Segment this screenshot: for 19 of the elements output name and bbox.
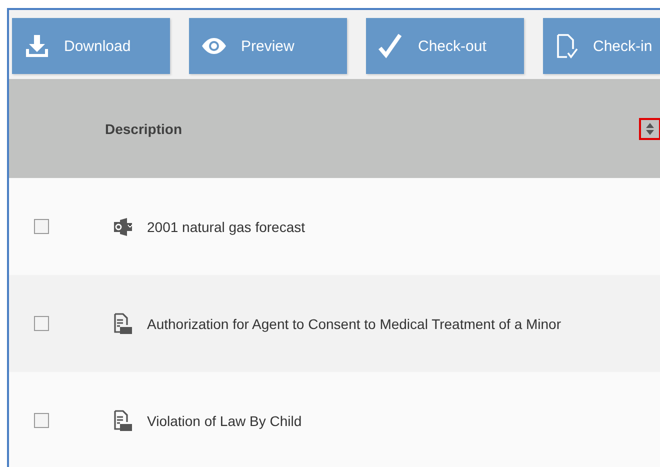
toolbar-button[interactable]: Check-in [543, 18, 660, 74]
toolbar-button[interactable]: Download [12, 18, 170, 74]
download-icon [24, 33, 50, 59]
sort-icon[interactable] [639, 118, 660, 140]
row-checkbox[interactable] [34, 219, 49, 234]
checkmark-icon [378, 33, 404, 59]
document-check-icon [555, 33, 579, 59]
mail-document-icon [113, 218, 133, 236]
toolbar-button[interactable]: Check-out [366, 18, 524, 74]
toolbar-button[interactable]: Preview [189, 18, 347, 74]
pdf-document-icon [113, 312, 133, 334]
row-checkbox[interactable] [34, 316, 49, 331]
document-name[interactable]: Authorization for Agent to Consent to Medical Treatment of a Minor [147, 316, 561, 332]
document-name[interactable]: 2001 natural gas forecast [147, 218, 305, 234]
pdf-document-icon [113, 410, 133, 432]
document-name[interactable]: Violation of Law By Child [147, 412, 302, 428]
eye-icon [201, 37, 227, 55]
column-header[interactable]: Description [105, 120, 639, 136]
row-checkbox[interactable] [34, 413, 49, 428]
